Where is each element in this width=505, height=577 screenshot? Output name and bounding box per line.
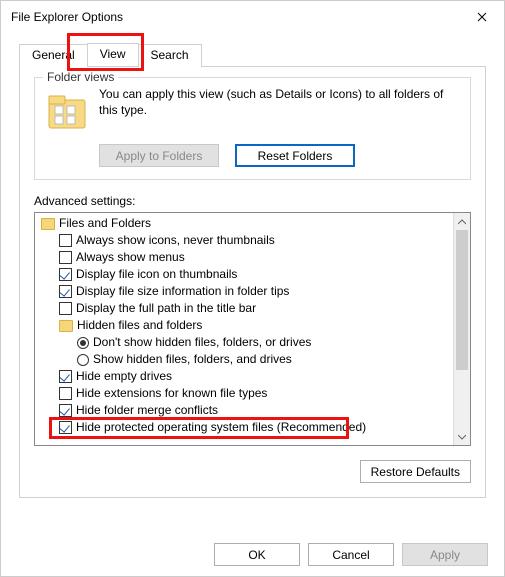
apply-button: Apply bbox=[402, 543, 488, 566]
tree-label: Hide folder merge conflicts bbox=[76, 402, 218, 419]
apply-to-folders-button: Apply to Folders bbox=[99, 144, 219, 167]
radio[interactable] bbox=[77, 337, 89, 349]
tree-label: Hide protected operating system files (R… bbox=[76, 419, 366, 436]
tree-group: Hidden files and folders bbox=[39, 317, 449, 334]
checkbox[interactable] bbox=[59, 387, 72, 400]
close-icon bbox=[477, 12, 487, 22]
button-label: Apply bbox=[430, 548, 460, 562]
tab-label: Search bbox=[151, 48, 189, 62]
folder-views-icon bbox=[45, 90, 89, 134]
checkbox[interactable] bbox=[59, 234, 72, 247]
tab-label: General bbox=[32, 48, 75, 62]
dialog-window: File Explorer Options General View Searc… bbox=[0, 0, 505, 577]
tree-label: Always show icons, never thumbnails bbox=[76, 232, 275, 249]
tab-panel-view: Folder views You can apply this view (su… bbox=[19, 67, 486, 498]
tree-item[interactable]: Hide protected operating system files (R… bbox=[39, 419, 449, 436]
tree-item[interactable]: Don't show hidden files, folders, or dri… bbox=[39, 334, 449, 351]
scrollbar-vertical[interactable] bbox=[453, 213, 470, 445]
tree-label: Hide extensions for known file types bbox=[76, 385, 267, 402]
tree-item-hide-extensions[interactable]: Hide extensions for known file types bbox=[39, 385, 449, 402]
tree-item[interactable]: Display file icon on thumbnails bbox=[39, 266, 449, 283]
tree-label: Don't show hidden files, folders, or dri… bbox=[93, 334, 311, 351]
tree-label: Display file icon on thumbnails bbox=[76, 266, 237, 283]
scroll-down-button[interactable] bbox=[454, 428, 470, 445]
folder-icon bbox=[59, 320, 73, 332]
tree-label: Files and Folders bbox=[59, 215, 151, 232]
button-label: Apply to Folders bbox=[116, 149, 203, 163]
tab-search[interactable]: Search bbox=[138, 44, 202, 67]
tree-label: Show hidden files, folders, and drives bbox=[93, 351, 292, 368]
button-label: Cancel bbox=[332, 548, 369, 562]
tab-label: View bbox=[100, 47, 126, 61]
scrollbar-thumb[interactable] bbox=[456, 230, 468, 370]
reset-folders-button[interactable]: Reset Folders bbox=[235, 144, 355, 167]
tree-item[interactable]: Always show menus bbox=[39, 249, 449, 266]
chevron-up-icon bbox=[458, 219, 466, 225]
tree-label: Display the full path in the title bar bbox=[76, 300, 256, 317]
tree-item[interactable]: Show hidden files, folders, and drives bbox=[39, 351, 449, 368]
tree-item[interactable]: Display file size information in folder … bbox=[39, 283, 449, 300]
tree-label: Display file size information in folder … bbox=[76, 283, 289, 300]
tree-label: Always show menus bbox=[76, 249, 185, 266]
folder-views-legend: Folder views bbox=[43, 70, 118, 84]
folder-views-group: Folder views You can apply this view (su… bbox=[34, 77, 471, 180]
tree-label: Hide empty drives bbox=[76, 368, 172, 385]
ok-button[interactable]: OK bbox=[214, 543, 300, 566]
tab-general[interactable]: General bbox=[19, 44, 88, 67]
tree-label: Hidden files and folders bbox=[77, 317, 202, 334]
tab-view[interactable]: View bbox=[87, 43, 139, 66]
tree-group: Files and Folders bbox=[39, 215, 449, 232]
radio[interactable] bbox=[77, 354, 89, 366]
restore-defaults-button[interactable]: Restore Defaults bbox=[360, 460, 471, 483]
advanced-settings-label: Advanced settings: bbox=[34, 194, 471, 208]
folder-views-text: You can apply this view (such as Details… bbox=[99, 86, 460, 134]
scroll-up-button[interactable] bbox=[454, 213, 470, 230]
advanced-settings-tree[interactable]: Files and Folders Always show icons, nev… bbox=[34, 212, 471, 446]
titlebar: File Explorer Options bbox=[1, 1, 504, 33]
tree-content: Files and Folders Always show icons, nev… bbox=[35, 213, 453, 445]
checkbox[interactable] bbox=[59, 421, 72, 434]
checkbox[interactable] bbox=[59, 285, 72, 298]
button-label: Restore Defaults bbox=[371, 465, 460, 479]
checkbox[interactable] bbox=[59, 302, 72, 315]
dialog-button-row: OK Cancel Apply bbox=[214, 543, 488, 566]
tree-item[interactable]: Display the full path in the title bar bbox=[39, 300, 449, 317]
folder-icon bbox=[41, 218, 55, 230]
checkbox[interactable] bbox=[59, 370, 72, 383]
scrollbar-track[interactable] bbox=[454, 230, 470, 428]
button-label: OK bbox=[248, 548, 265, 562]
tree-item[interactable]: Hide empty drives bbox=[39, 368, 449, 385]
content-area: General View Search Folder views You can… bbox=[1, 33, 504, 498]
checkbox[interactable] bbox=[59, 404, 72, 417]
cancel-button[interactable]: Cancel bbox=[308, 543, 394, 566]
close-button[interactable] bbox=[460, 1, 504, 33]
chevron-down-icon bbox=[458, 434, 466, 440]
checkbox[interactable] bbox=[59, 251, 72, 264]
tree-item[interactable]: Hide folder merge conflicts bbox=[39, 402, 449, 419]
checkbox[interactable] bbox=[59, 268, 72, 281]
window-title: File Explorer Options bbox=[11, 10, 460, 24]
tab-strip: General View Search bbox=[19, 43, 486, 67]
button-label: Reset Folders bbox=[258, 149, 333, 163]
tree-item[interactable]: Always show icons, never thumbnails bbox=[39, 232, 449, 249]
